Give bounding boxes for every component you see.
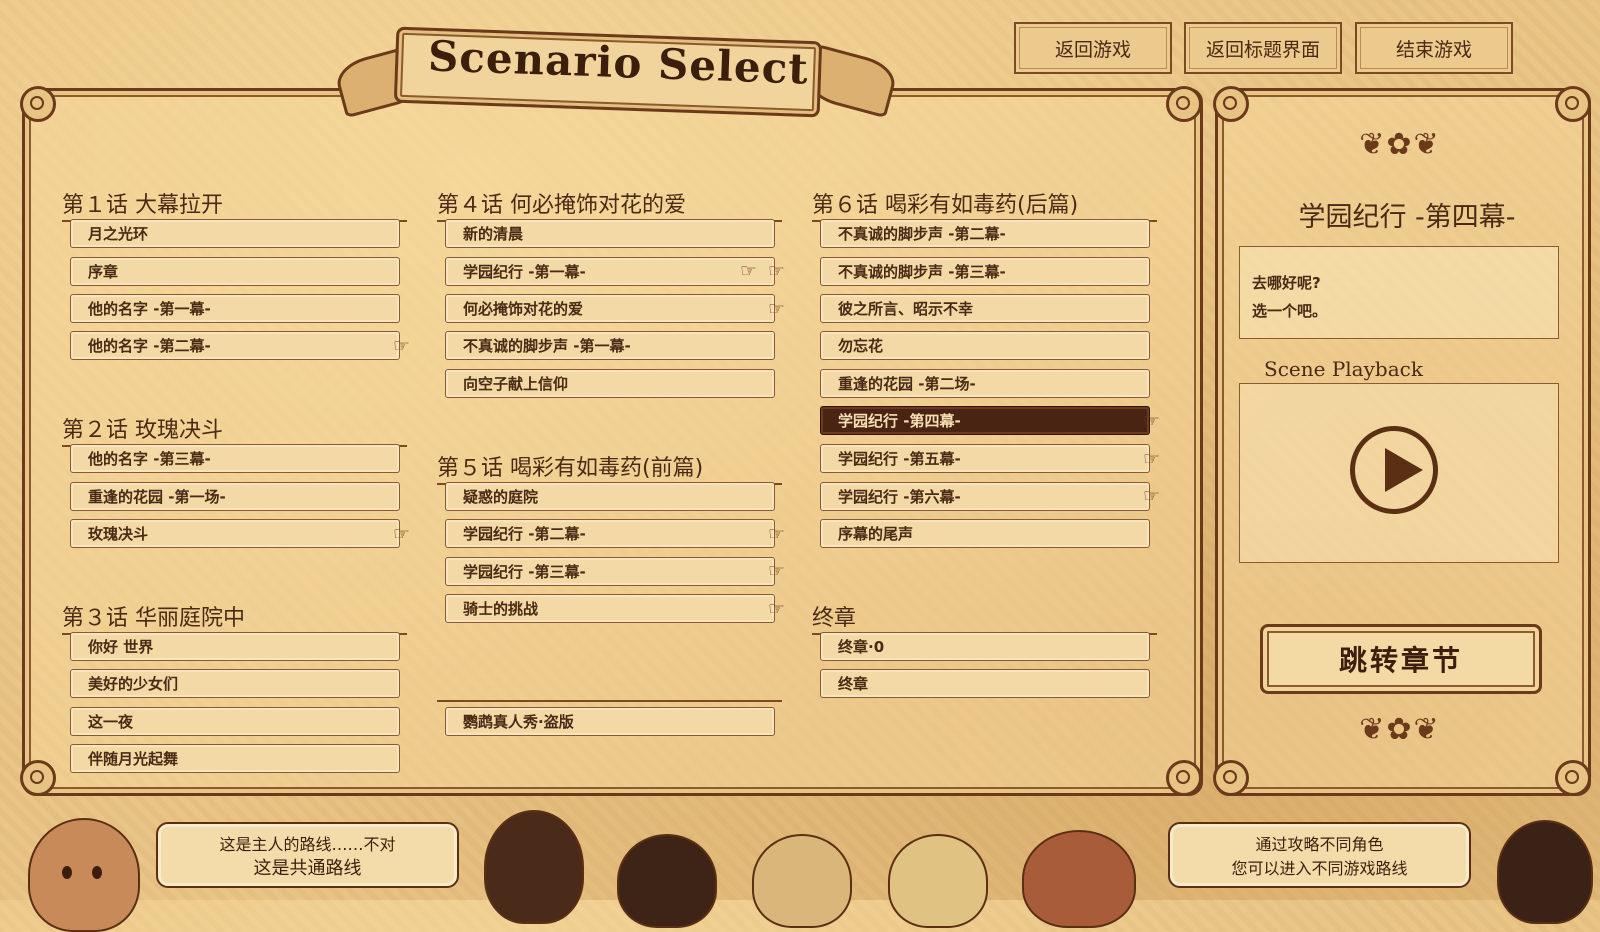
pointing-hand-icon: ☞	[768, 560, 786, 582]
scene-item[interactable]: 月之光环	[70, 219, 400, 248]
scene-item[interactable]: 他的名字 -第三幕-	[70, 444, 400, 473]
chapter-1-title: 第１话 大幕拉开	[62, 187, 407, 222]
scene-item[interactable]: 他的名字 -第二幕-	[70, 331, 400, 360]
floral-ornament-icon: ❦✿❦	[1359, 127, 1441, 162]
pointing-hand-icon: ☞	[393, 335, 411, 357]
left-speech-bubble: 这是主人的路线……不对 这是共通路线	[156, 822, 459, 888]
scene-playback-label: Scene Playback	[1264, 357, 1423, 381]
scene-item[interactable]: 向空子献上信仰	[445, 369, 775, 398]
description-line: 选一个吧。	[1252, 302, 1328, 320]
scene-item[interactable]: 伴随月光起舞	[70, 744, 400, 773]
chapter-6-title: 第６话 喝彩有如毒药(后篇)	[812, 187, 1157, 222]
scene-item[interactable]: 勿忘花	[820, 331, 1150, 360]
scene-playback-area	[1239, 383, 1559, 563]
bubble-line: 通过攻略不同角色	[1255, 835, 1384, 854]
scene-item[interactable]: 序章	[70, 257, 400, 286]
pointing-hand-icon: ☞	[768, 298, 786, 320]
scene-item[interactable]: 美好的少女们	[70, 669, 400, 698]
pointing-hand-icon: ☞	[768, 523, 786, 545]
scene-item[interactable]: 他的名字 -第一幕-	[70, 294, 400, 323]
character-blonde-avatar	[752, 834, 852, 928]
ornament-corner	[20, 760, 56, 796]
pointing-hand-icon: ☞	[768, 598, 786, 620]
character-red-hair-avatar	[1022, 830, 1136, 928]
scene-item[interactable]: 学园纪行 -第六幕-	[820, 482, 1150, 511]
character-blonde-ribbon-avatar	[888, 834, 988, 928]
final-chapter-title: 终章	[812, 600, 1157, 635]
scene-title: 学园纪行 -第四幕-	[1298, 202, 1516, 233]
scene-item[interactable]: 不真诚的脚步声 -第一幕-	[445, 331, 775, 360]
scene-item[interactable]: 这一夜	[70, 707, 400, 736]
scene-item[interactable]: 学园纪行 -第三幕-	[445, 557, 775, 586]
bubble-line: 这是共通路线	[253, 858, 362, 879]
ornament-corner	[20, 86, 56, 122]
scene-item[interactable]: 你好 世界	[70, 632, 400, 661]
scene-item[interactable]: 学园纪行 -第一幕-	[445, 257, 775, 286]
bubble-line: 您可以进入不同游戏路线	[1231, 859, 1408, 878]
return-title-button[interactable]: 返回标题界面	[1184, 22, 1342, 74]
bubble-line: 这是主人的路线……不对	[219, 835, 396, 854]
chapter-4-title: 第４话 何必掩饰对花的爱	[437, 187, 782, 222]
ornament-corner	[1166, 760, 1202, 796]
ornament-corner	[1213, 760, 1249, 796]
right-speech-bubble: 通过攻略不同角色 您可以进入不同游戏路线	[1168, 822, 1471, 888]
scene-item[interactable]: 彼之所言、昭示不幸	[820, 294, 1150, 323]
character-boy-avatar	[484, 810, 584, 924]
pointing-hand-icon: ☞	[393, 523, 411, 545]
character-glasses-avatar	[1497, 820, 1593, 924]
eye	[92, 866, 102, 879]
description-line: 去哪好呢?	[1252, 274, 1321, 292]
chapter-2-title: 第２话 玫瑰决斗	[62, 412, 407, 447]
eye	[62, 866, 72, 879]
chapter-3-title: 第３话 华丽庭院中	[62, 600, 407, 635]
scene-item[interactable]: 不真诚的脚步声 -第三幕-	[820, 257, 1150, 286]
pointing-hand-icon: ☞	[1143, 485, 1161, 507]
return-game-button[interactable]: 返回游戏	[1014, 22, 1172, 74]
scene-description: 去哪好呢? 选一个吧。	[1239, 246, 1559, 339]
scene-item[interactable]: 学园纪行 -第二幕-	[445, 519, 775, 548]
ornament-corner	[1166, 86, 1202, 122]
pointing-hand-icon: ☞	[1143, 410, 1161, 432]
scene-item[interactable]: 序幕的尾声	[820, 519, 1150, 548]
scene-item[interactable]: 重逢的花园 -第一场-	[70, 482, 400, 511]
ornament-corner	[1555, 760, 1591, 796]
character-maid-avatar	[28, 818, 140, 932]
chapter-5-title: 第５话 喝彩有如毒药(前篇)	[437, 450, 782, 485]
scene-item[interactable]: 终章·0	[820, 632, 1150, 661]
pointing-hand-icon: ☞	[740, 260, 758, 282]
character-girl-dark-avatar	[617, 834, 717, 928]
pointing-hand-icon: ☞	[1143, 448, 1161, 470]
scene-item[interactable]: 终章	[820, 669, 1150, 698]
scene-item[interactable]: 不真诚的脚步声 -第二幕-	[820, 219, 1150, 248]
scene-item[interactable]: 何必掩饰对花的爱	[445, 294, 775, 323]
scene-item[interactable]: 重逢的花园 -第二场-	[820, 369, 1150, 398]
ornament-corner	[1555, 86, 1591, 122]
scene-item[interactable]: 骑士的挑战	[445, 594, 775, 623]
ornament-corner	[1213, 86, 1249, 122]
floral-ornament-icon: ❦✿❦	[1359, 712, 1441, 747]
scene-item[interactable]: 新的清晨	[445, 219, 775, 248]
jump-chapter-button[interactable]: 跳转章节	[1260, 624, 1542, 694]
scene-item[interactable]: 疑惑的庭院	[445, 482, 775, 511]
scene-item[interactable]: 学园纪行 -第五幕-	[820, 444, 1150, 473]
end-game-button[interactable]: 结束游戏	[1355, 22, 1513, 74]
scene-item-selected[interactable]: 学园纪行 -第四幕-	[820, 406, 1150, 435]
pointing-hand-icon: ☞	[768, 260, 786, 282]
scene-item[interactable]: 鹦鹉真人秀·盗版	[445, 707, 775, 736]
scene-item[interactable]: 玫瑰决斗	[70, 519, 400, 548]
play-triangle	[1385, 448, 1423, 492]
play-icon[interactable]	[1350, 426, 1438, 514]
extra-divider	[437, 700, 782, 702]
